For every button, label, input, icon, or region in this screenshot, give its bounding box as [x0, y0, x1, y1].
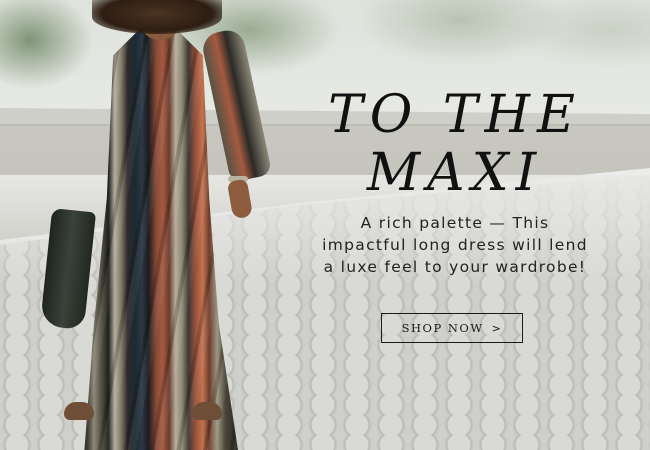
- chevron-right-icon: >: [491, 321, 503, 335]
- model-hair: [92, 0, 222, 34]
- shop-now-label: SHOP NOW: [401, 321, 484, 335]
- jacket-in-hand: [39, 208, 97, 330]
- model-shoe-left: [64, 402, 94, 420]
- dress-sleeve: [200, 27, 273, 183]
- model-shoe-right: [192, 402, 222, 420]
- hero-banner: TO THE MAXI A rich palette — This impact…: [0, 0, 650, 450]
- hero-subtext: A rich palette — This impactful long dre…: [322, 214, 588, 276]
- model-photo: [0, 0, 273, 450]
- hero-headline: TO THE MAXI: [328, 85, 582, 203]
- hero-copy: TO THE MAXI A rich palette — This impact…: [320, 86, 590, 278]
- shop-now-button[interactable]: SHOP NOW >: [381, 313, 523, 343]
- model-hand: [226, 178, 254, 220]
